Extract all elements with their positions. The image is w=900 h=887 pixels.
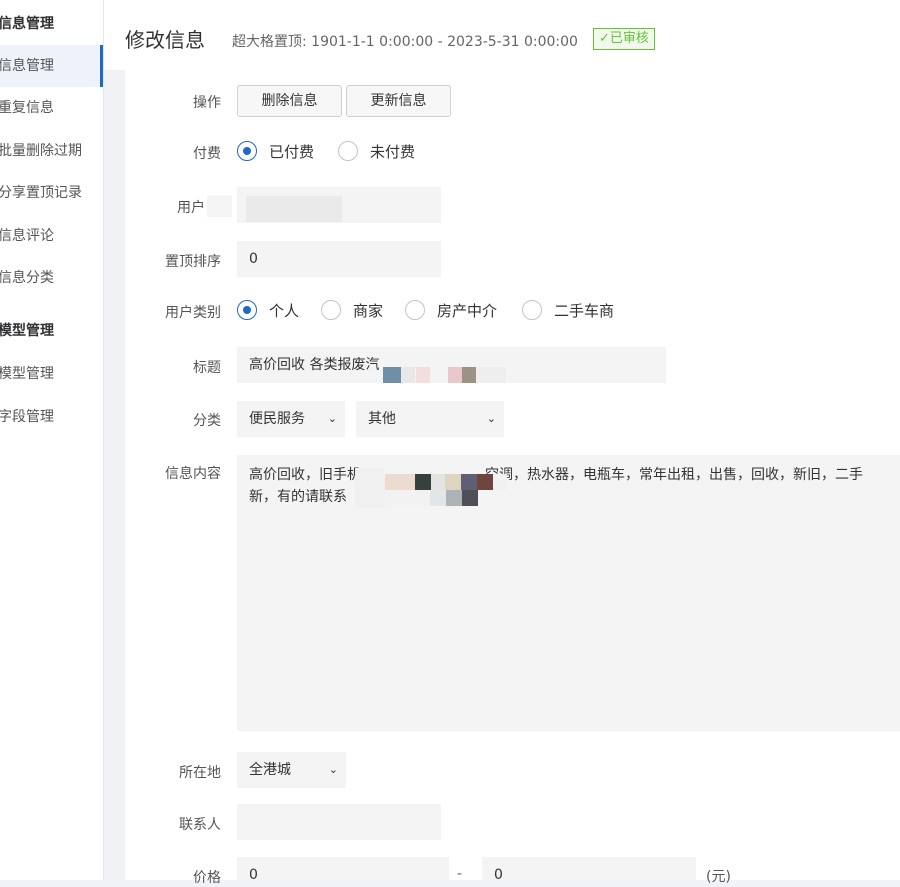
contact-input[interactable] xyxy=(237,804,441,840)
redaction-blur xyxy=(445,474,461,490)
top-pin-label: 超大格置顶: xyxy=(232,34,307,50)
sidebar-item-batch-delete[interactable]: 批量删除过期 xyxy=(0,130,103,172)
category-sub-select[interactable]: 其他 ⌄ xyxy=(356,401,504,437)
radio-checked-icon xyxy=(237,141,257,161)
redaction-blur xyxy=(448,367,462,383)
usertype-agent-label: 房产中介 xyxy=(437,301,498,320)
redaction-blur xyxy=(385,474,415,490)
user-label: 用户 xyxy=(177,200,205,216)
update-button[interactable]: 更新信息 xyxy=(346,85,451,117)
usertype-radio-car-dealer[interactable]: 二手车商 xyxy=(522,298,614,322)
location-select[interactable]: 全港城 ⌄ xyxy=(237,752,346,788)
sidebar-item-categories[interactable]: 信息分类 xyxy=(0,257,103,299)
check-icon: ✓ xyxy=(599,31,610,46)
redaction-blur xyxy=(446,490,462,506)
sidebar-item-model-manage[interactable]: 模型管理 xyxy=(0,353,103,395)
status-text: 已审核 xyxy=(609,31,649,46)
pin-label: 置顶排序 xyxy=(165,254,221,270)
redaction-blur xyxy=(415,474,431,490)
sidebar-item-field-manage[interactable]: 字段管理 xyxy=(0,396,103,438)
redaction-blur xyxy=(431,474,445,490)
pay-paid-label: 已付费 xyxy=(269,142,315,161)
redaction-blur xyxy=(385,490,430,506)
top-pin-range: 1901-1-1 0:00:00 - 2023-5-31 0:00:00 xyxy=(311,34,578,50)
content-line-1: 高价回收，旧手机 空调，热水器，电瓶车，常年出租，出售，回收，新旧，二手 xyxy=(249,464,888,486)
sidebar-item-share-pin[interactable]: 分享置顶记录 xyxy=(0,172,103,214)
usertype-radio-personal[interactable]: 个人 xyxy=(237,298,299,322)
content-label: 信息内容 xyxy=(165,466,221,482)
sidebar-item-duplicates[interactable]: 重复信息 xyxy=(0,87,103,129)
top-pin-info: 超大格置顶: 1901-1-1 0:00:00 - 2023-5-31 0:00… xyxy=(232,31,578,51)
redaction-blur xyxy=(493,474,507,490)
status-badge: ✓已审核 xyxy=(593,28,655,50)
chevron-down-icon: ⌄ xyxy=(328,763,338,776)
usertype-merchant-label: 商家 xyxy=(353,301,384,320)
chevron-down-icon: ⌄ xyxy=(486,412,496,425)
op-label: 操作 xyxy=(193,95,221,111)
redaction-blur xyxy=(355,468,385,508)
radio-unchecked-icon xyxy=(321,300,341,320)
sidebar: 信息管理 信息管理 重复信息 批量删除过期 分享置顶记录 信息评论 信息分类 模… xyxy=(0,0,104,880)
usertype-radio-merchant[interactable]: 商家 xyxy=(321,298,383,322)
page-title: 修改信息 xyxy=(125,28,205,52)
usertype-cardealer-label: 二手车商 xyxy=(554,301,615,320)
redaction-blur xyxy=(383,367,401,383)
content-line-2: 新，有的请联系 xyxy=(249,489,347,505)
category-sub-value: 其他 xyxy=(368,411,396,427)
radio-unchecked-icon xyxy=(522,300,542,320)
redaction-blur xyxy=(462,490,478,506)
redaction-blur xyxy=(207,195,232,217)
category-label: 分类 xyxy=(193,413,221,429)
category-main-value: 便民服务 xyxy=(249,411,305,427)
usertype-label: 用户类别 xyxy=(165,305,221,321)
radio-unchecked-icon xyxy=(405,300,425,320)
pin-sort-input[interactable]: 0 xyxy=(237,241,441,277)
content-textarea[interactable]: 高价回收，旧手机 空调，热水器，电瓶车，常年出租，出售，回收，新旧，二手 新，有的… xyxy=(237,455,900,731)
content-text-1b: 空调，热水器，电瓶车，常年出租，出售，回收，新旧，二手 xyxy=(485,467,863,483)
price-min-input[interactable]: 0 xyxy=(237,857,449,880)
redaction-blur xyxy=(462,367,476,383)
title-value: 高价回收 各类报废汽 xyxy=(249,357,380,373)
category-main-select[interactable]: 便民服务 ⌄ xyxy=(237,401,345,437)
radio-unchecked-icon xyxy=(338,141,358,161)
nav-group-info: 信息管理 xyxy=(0,16,54,32)
title-label: 标题 xyxy=(193,360,221,376)
pay-radio-unpaid[interactable]: 未付费 xyxy=(338,139,415,163)
nav-group-model: 模型管理 xyxy=(0,323,54,339)
radio-checked-icon xyxy=(237,300,257,320)
pay-label: 付费 xyxy=(193,146,221,162)
sidebar-item-info-manage[interactable]: 信息管理 xyxy=(0,45,103,87)
price-max-input[interactable]: 0 xyxy=(482,857,696,880)
pay-radio-paid[interactable]: 已付费 xyxy=(237,139,314,163)
redaction-blur xyxy=(430,490,446,506)
usertype-radio-agent[interactable]: 房产中介 xyxy=(405,298,497,322)
redaction-blur xyxy=(416,367,430,383)
redaction-blur xyxy=(461,474,477,490)
contact-label: 联系人 xyxy=(179,817,221,833)
redaction-blur xyxy=(477,474,493,490)
redaction-blur xyxy=(401,367,415,383)
content-text-1a: 高价回收，旧手机 xyxy=(249,467,361,483)
usertype-personal-label: 个人 xyxy=(269,301,300,320)
redaction-blur xyxy=(246,196,342,222)
delete-button[interactable]: 删除信息 xyxy=(237,85,342,117)
page-header: 修改信息 超大格置顶: 1901-1-1 0:00:00 - 2023-5-31… xyxy=(104,0,900,70)
price-unit: (元) xyxy=(706,869,731,885)
location-value: 全港城 xyxy=(249,762,291,778)
location-label: 所在地 xyxy=(179,765,221,781)
chevron-down-icon: ⌄ xyxy=(327,412,337,425)
sidebar-item-comments[interactable]: 信息评论 xyxy=(0,215,103,257)
redaction-blur xyxy=(476,367,506,383)
pay-unpaid-label: 未付费 xyxy=(370,142,416,161)
price-label: 价格 xyxy=(193,870,221,886)
